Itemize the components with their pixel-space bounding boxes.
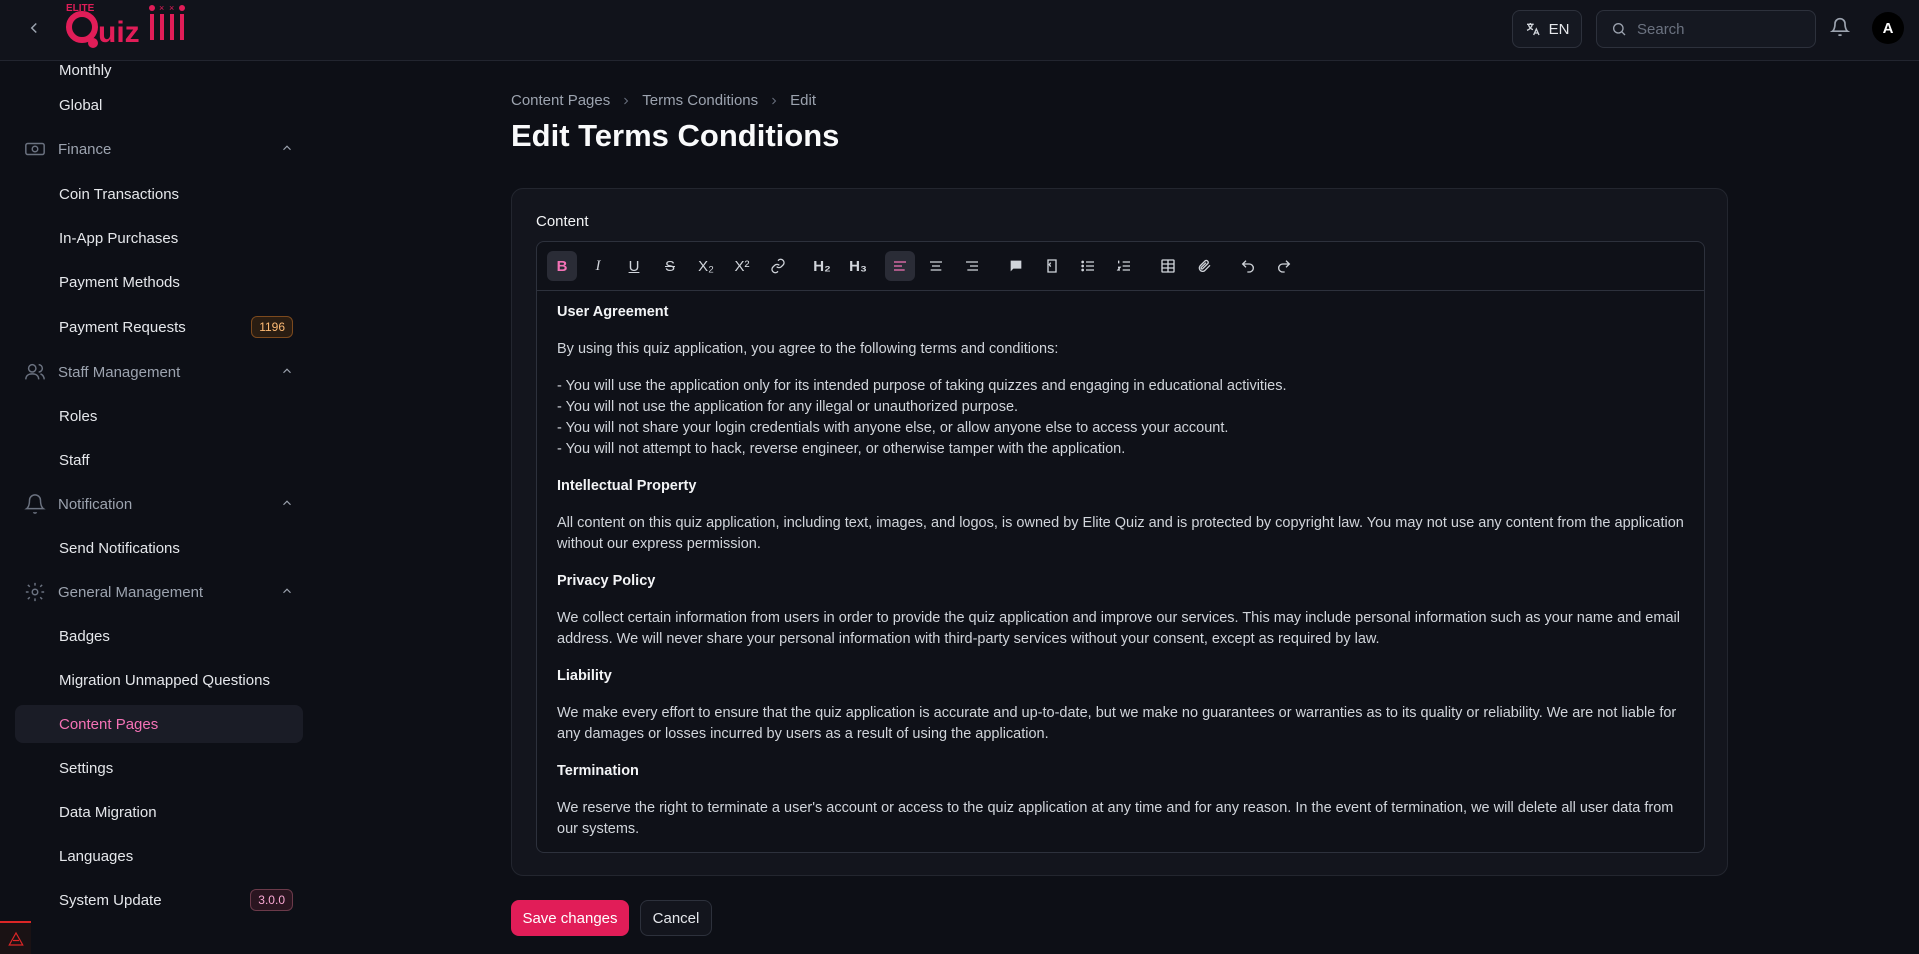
sidebar-item-payment-requests[interactable]: Payment Requests 1196 [15,308,303,346]
breadcrumb-content-pages[interactable]: Content Pages [511,92,610,109]
underline-button[interactable]: U [619,251,649,281]
sidebar-item-settings[interactable]: Settings [15,749,303,787]
heading-3-button[interactable]: H₃ [843,251,873,281]
sidebar-item-roles[interactable]: Roles [15,397,303,435]
list-item: - You will not use the application for a… [557,399,1019,415]
chevron-up-icon [283,500,291,506]
align-center-icon[interactable] [921,251,951,281]
sidebar-item-data-migration[interactable]: Data Migration [15,793,303,831]
back-arrow-icon[interactable] [20,14,48,42]
italic-button[interactable]: I [583,251,613,281]
search-box[interactable] [1596,10,1816,48]
elite-quiz-logo[interactable]: ELITE uiz × × [60,0,192,56]
svg-text:uiz: uiz [98,16,140,49]
section-heading: Privacy Policy [557,573,656,589]
bold-button[interactable]: B [547,251,577,281]
translate-icon [1526,23,1540,36]
sidebar-item-staff[interactable]: Staff [15,441,303,479]
redo-icon[interactable] [1269,251,1299,281]
count-badge: 1196 [251,316,293,338]
terms-list: - You will use the application only for … [557,376,1687,460]
section-heading: Termination [557,763,639,779]
blockquote-icon[interactable] [1001,251,1031,281]
notification-bell-icon[interactable] [1829,17,1851,42]
numbered-list-icon[interactable] [1109,251,1139,281]
users-icon [25,363,45,380]
content-label: Content [536,213,589,230]
section-heading: User Agreement [557,304,669,320]
sidebar-item-migration-unmapped-questions[interactable]: Migration Unmapped Questions [15,661,303,699]
search-input[interactable] [1637,20,1797,38]
chevron-up-icon [283,368,291,374]
svg-text:×: × [169,3,174,13]
save-changes-button[interactable]: Save changes [511,900,629,936]
chevron-up-icon [283,145,291,151]
svg-text:×: × [159,3,164,13]
align-right-icon[interactable] [957,251,987,281]
sidebar-item-coin-transactions[interactable]: Coin Transactions [15,175,303,213]
breadcrumb-terms-conditions[interactable]: Terms Conditions [642,92,758,109]
sidebar-group-finance[interactable]: Finance [24,131,294,167]
heading-2-button[interactable]: H₂ [807,251,837,281]
list-item: - You will use the application only for … [557,378,1287,394]
corner-app-icon [0,921,31,954]
breadcrumb: Content Pages Terms Conditions Edit [511,92,816,109]
form-card: Content B I U S X₂ X² H₂ H₃ User Agreeme… [511,188,1728,876]
sidebar-item-content-pages[interactable]: Content Pages [15,705,303,743]
language-switcher[interactable]: EN [1512,10,1582,48]
sidebar-item-system-update[interactable]: System Update 3.0.0 [15,881,303,919]
sidebar: Monthly Global Finance Coin Transactions… [0,61,315,954]
table-icon[interactable] [1153,251,1183,281]
sidebar-item-global[interactable]: Global [15,86,303,124]
paragraph: By using this quiz application, you agre… [557,341,1059,357]
sidebar-item-send-notifications[interactable]: Send Notifications [15,529,303,567]
bell-icon [24,494,46,514]
section-heading: Intellectual Property [557,478,697,494]
page-title: Edit Terms Conditions [511,118,840,153]
paragraph: All content on this quiz application, in… [557,515,1684,552]
sidebar-item-in-app-purchases[interactable]: In-App Purchases [15,219,303,257]
sidebar-group-general-management[interactable]: General Management [24,574,294,610]
list-item: - You will not attempt to hack, reverse … [557,441,1126,457]
section-heading: Liability [557,668,612,684]
editor-content[interactable]: User Agreement By using this quiz applic… [557,302,1687,856]
version-badge: 3.0.0 [250,889,293,911]
sidebar-group-staff-management[interactable]: Staff Management [24,354,294,390]
rich-text-editor[interactable]: B I U S X₂ X² H₂ H₃ User Agreement By us… [536,241,1705,853]
link-icon[interactable] [763,251,793,281]
sidebar-item-badges[interactable]: Badges [15,617,303,655]
code-block-icon[interactable] [1037,251,1067,281]
chevron-up-icon [283,588,291,594]
banknote-icon [25,142,45,156]
sidebar-item-languages[interactable]: Languages [15,837,303,875]
attach-link-icon[interactable] [1189,251,1219,281]
subscript-button[interactable]: X₂ [691,251,721,281]
superscript-button[interactable]: X² [727,251,757,281]
language-label: EN [1548,20,1570,38]
chevron-right-icon [772,97,777,104]
sidebar-item-payment-methods[interactable]: Payment Methods [15,263,303,301]
paragraph: We collect certain information from user… [557,610,1680,647]
search-icon [1613,23,1626,36]
align-left-icon[interactable] [885,251,915,281]
user-avatar[interactable]: A [1872,12,1904,44]
sidebar-item-monthly[interactable]: Monthly [15,61,303,89]
chevron-right-icon [624,97,629,104]
editor-toolbar: B I U S X₂ X² H₂ H₃ [537,242,1704,291]
list-item: - You will not share your login credenti… [557,420,1229,436]
sidebar-group-notification[interactable]: Notification [24,486,294,522]
paragraph: We make every effort to ensure that the … [557,705,1677,742]
paragraph: We reserve the right to terminate a user… [557,800,1674,837]
gear-icon [25,582,45,602]
breadcrumb-edit: Edit [790,92,816,109]
strikethrough-button[interactable]: S [655,251,685,281]
undo-icon[interactable] [1233,251,1263,281]
top-bar: ELITE uiz × × EN A [0,0,1919,61]
cancel-button[interactable]: Cancel [640,900,712,936]
bullet-list-icon[interactable] [1073,251,1103,281]
